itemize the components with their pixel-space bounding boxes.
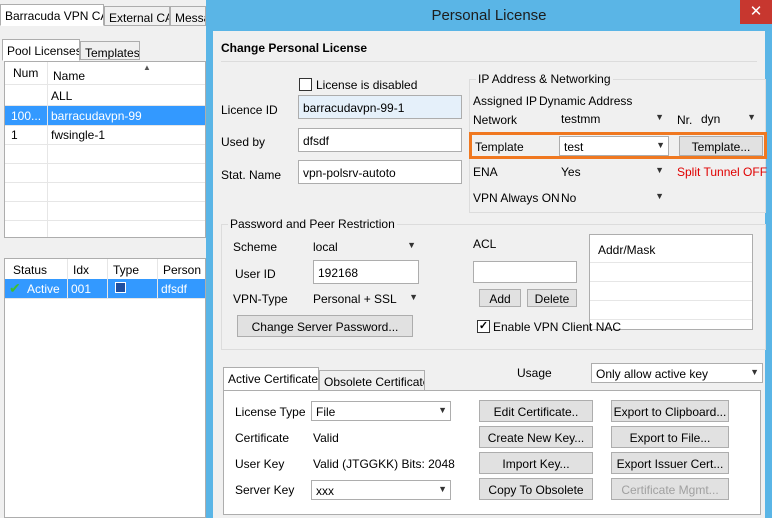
acl-input[interactable] (473, 261, 577, 283)
column-header-addr-mask[interactable]: Addr/Mask (598, 243, 655, 257)
personal-license-dialog: Personal License ✕ Change Personal Licen… (206, 0, 772, 518)
template-label: Template (475, 140, 524, 154)
enable-nac-label: Enable VPN Client NAC (493, 320, 622, 334)
user-id-label: User ID (235, 267, 276, 281)
usage-select[interactable]: Only allow active key ▼ (591, 363, 763, 383)
change-server-password-button[interactable]: Change Server Password... (237, 315, 413, 337)
nr-select[interactable]: dyn ▼ (697, 109, 759, 129)
create-new-key-button[interactable]: Create New Key... (479, 426, 593, 448)
usage-label: Usage (517, 366, 552, 380)
export-issuer-cert-button[interactable]: Export Issuer Cert... (611, 452, 729, 474)
assigned-ip-value: Dynamic Address (539, 94, 633, 108)
column-header-status[interactable]: Status (9, 259, 47, 279)
table-row-selected[interactable]: ✔ Active 001 dfsdf (5, 279, 205, 298)
ip-networking-group-label: IP Address & Networking (476, 72, 613, 86)
chevron-down-icon: ▼ (750, 367, 759, 377)
certificate-label: Certificate (235, 431, 290, 445)
nr-label: Nr. (677, 113, 693, 127)
template-select[interactable]: test ▼ (559, 136, 669, 156)
licence-id-field[interactable]: barracudavpn-99-1 (298, 95, 462, 119)
split-tunnel-status: Split Tunnel OFF (677, 165, 768, 179)
network-select[interactable]: testmm ▼ (557, 109, 667, 129)
background-app: Barracuda VPN CA External CA Messa Pool … (0, 0, 206, 518)
list-item-selected[interactable]: 100... barracudavpn-99 (5, 106, 205, 125)
license-type-label: License Type (235, 405, 306, 419)
column-header-type[interactable]: Type (109, 259, 139, 279)
tab-active-certificate[interactable]: Active Certificate (223, 367, 319, 391)
ena-select[interactable]: Yes ▼ (557, 162, 667, 182)
add-button[interactable]: Add (479, 289, 521, 307)
column-header-name[interactable]: Name (49, 65, 85, 85)
network-label: Network (473, 113, 518, 127)
list-item[interactable]: 1 fwsingle-1 (5, 125, 205, 144)
chevron-down-icon: ▼ (655, 112, 664, 122)
tab-external-ca[interactable]: External CA (104, 6, 170, 26)
user-key-value: Valid (JTGGKK) Bits: 2048 (313, 457, 455, 471)
stat-name-label: Stat. Name (221, 168, 282, 182)
delete-button[interactable]: Delete (527, 289, 577, 307)
chevron-down-icon: ▼ (438, 405, 447, 415)
tab-templates[interactable]: Templates (80, 41, 140, 60)
chevron-down-icon: ▼ (409, 292, 418, 302)
chevron-down-icon: ▼ (407, 240, 416, 250)
close-button[interactable]: ✕ (740, 0, 772, 24)
chevron-down-icon: ▼ (747, 112, 756, 122)
ena-label: ENA (473, 165, 498, 179)
addr-mask-list[interactable]: Addr/Mask (589, 234, 753, 330)
user-id-field[interactable]: 192168 (313, 260, 419, 284)
vpn-always-on-label: VPN Always ON (473, 191, 560, 205)
pool-license-list[interactable]: Num Name ▲ ALL 100... barracudavpn-99 1 fw… (4, 61, 206, 238)
certificate-value: Valid (313, 431, 339, 445)
scheme-select[interactable]: local ▼ (309, 237, 419, 257)
vpn-type-select[interactable]: Personal + SSL ▼ (309, 289, 421, 309)
dialog-client-area: Change Personal License License is disab… (213, 31, 768, 518)
floppy-disk-icon (115, 282, 126, 293)
license-type-select[interactable]: File ▼ (311, 401, 451, 421)
licence-id-label: Licence ID (221, 103, 278, 117)
edit-certificate-button[interactable]: Edit Certificate.. (479, 400, 593, 422)
assigned-ip-label: Assigned IP (473, 94, 538, 108)
server-key-label: Server Key (235, 483, 295, 497)
status-list[interactable]: Status Idx Type Person ✔ Active 001 dfsd… (4, 258, 206, 518)
enable-nac-checkbox[interactable]: ✓ (477, 320, 490, 333)
password-restriction-group-label: Password and Peer Restriction (228, 217, 397, 231)
export-file-button[interactable]: Export to File... (611, 426, 729, 448)
list-item[interactable]: ALL (5, 86, 205, 105)
vpn-type-label: VPN-Type (233, 292, 288, 306)
used-by-label: Used by (221, 135, 266, 149)
scheme-label: Scheme (233, 240, 278, 254)
license-disabled-label: License is disabled (316, 78, 418, 92)
dialog-title: Personal License (431, 7, 547, 24)
acl-label: ACL (473, 237, 497, 251)
certificate-mgmt-button[interactable]: Certificate Mgmt... (611, 478, 729, 500)
server-key-select[interactable]: xxx ▼ (311, 480, 451, 500)
column-header-person[interactable]: Person (159, 259, 201, 279)
check-icon: ✔ (9, 280, 21, 296)
copy-to-obsolete-button[interactable]: Copy To Obsolete (479, 478, 593, 500)
vpn-always-on-select[interactable]: No ▼ (557, 188, 667, 208)
user-key-label: User Key (235, 457, 285, 471)
export-clipboard-button[interactable]: Export to Clipboard... (611, 400, 729, 422)
import-key-button[interactable]: Import Key... (479, 452, 593, 474)
sort-arrow-icon: ▲ (143, 63, 151, 72)
used-by-field[interactable]: dfsdf (298, 128, 462, 152)
dialog-heading: Change Personal License (221, 41, 368, 55)
column-header-num[interactable]: Num (9, 62, 38, 82)
chevron-down-icon: ▼ (655, 165, 664, 175)
column-header-idx[interactable]: Idx (69, 259, 89, 279)
template-button[interactable]: Template... (679, 136, 763, 156)
tab-messages[interactable]: Messa (170, 6, 206, 26)
license-disabled-checkbox[interactable] (299, 78, 312, 91)
tab-obsolete-certificate[interactable]: Obsolete Certificate (319, 370, 425, 391)
chevron-down-icon: ▼ (438, 484, 447, 494)
chevron-down-icon: ▼ (656, 140, 665, 150)
stat-name-field[interactable]: vpn-polsrv-autoto (298, 160, 462, 184)
tab-barracuda-vpn-ca[interactable]: Barracuda VPN CA (0, 4, 104, 26)
tab-pool-licenses[interactable]: Pool Licenses (2, 39, 80, 61)
chevron-down-icon: ▼ (655, 191, 664, 201)
